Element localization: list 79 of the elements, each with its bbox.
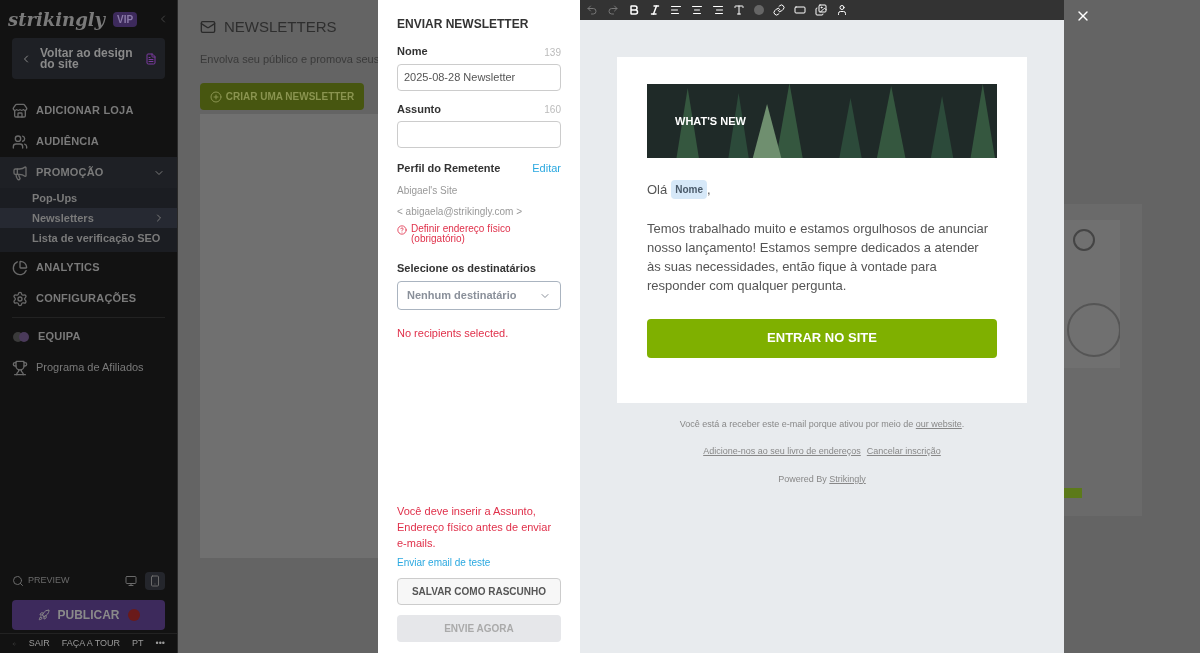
greeting-punctuation: , [707, 181, 711, 199]
nav-item[interactable]: AUDIÊNCIA [36, 133, 165, 150]
recipients-select[interactable]: Nenhum destinatário [397, 281, 561, 310]
pie-chart-icon [12, 259, 28, 276]
test-email-link[interactable]: Enviar email de teste [397, 555, 561, 570]
recipients-label: Selecione os destinatários [397, 260, 537, 276]
nav-item[interactable]: EQUIPA [38, 328, 165, 345]
text-field[interactable] [397, 121, 561, 148]
undo-icon[interactable] [586, 4, 598, 16]
character-counter: 139 [544, 45, 561, 60]
character-counter: 160 [544, 103, 561, 117]
nav-item[interactable]: Programa de Afiliados [36, 359, 165, 376]
enter-site-button[interactable]: ENTRAR NO SITE [647, 318, 997, 358]
rocket-icon [37, 609, 50, 621]
redo-icon[interactable] [607, 4, 619, 16]
monitor-icon [125, 575, 137, 587]
phone-icon [149, 575, 161, 587]
document-icon [145, 52, 157, 65]
footer-link[interactable]: Cancelar inscrição [866, 445, 941, 459]
plus-icon [209, 90, 222, 103]
button-icon[interactable] [794, 4, 806, 16]
link-icon[interactable] [773, 4, 785, 16]
edit-link[interactable]: Editar [532, 160, 561, 177]
create-newsletter-button[interactable]: CRIAR UMA NEWSLETTER [200, 83, 364, 110]
sub-nav-item[interactable]: Newsletters [0, 208, 177, 228]
text-color-icon[interactable] [733, 4, 745, 16]
align-left-icon[interactable] [670, 4, 682, 16]
help-icon [397, 224, 407, 235]
footer-link[interactable]: FAÇA A TOUR [61, 636, 121, 651]
megaphone-icon [12, 164, 28, 181]
email-body: Temos trabalhado muito e estamos orgulhosos de anunciar nosso lançamento! Estamos sempre dedicados a atender às suas necessidades, então fique à vontade para responder com qualquer pergunta. [647, 219, 990, 295]
people-icon [12, 133, 28, 150]
bold-icon[interactable] [628, 4, 640, 16]
strikingly-link[interactable]: Strikingly [829, 473, 866, 484]
back-button[interactable]: Voltar ao design do site [12, 38, 165, 79]
website-link[interactable]: our website [915, 418, 962, 429]
person-icon[interactable] [836, 4, 848, 16]
field-label: Assunto [397, 101, 441, 117]
nav-item[interactable]: CONFIGURAÇÕES [36, 290, 165, 307]
alert-icon [127, 609, 140, 621]
greeting-text: Olá [647, 181, 668, 199]
team-icon [12, 330, 30, 343]
text-field[interactable]: 2025-08-28 Newsletter [397, 63, 561, 91]
banner-title: WHAT'S NEW [675, 113, 746, 129]
mail-icon [200, 19, 216, 36]
merge-tag: Nome [671, 180, 708, 200]
sender-name: Abigael's Site [397, 183, 459, 198]
search-icon [12, 575, 24, 587]
sender-label: Perfil do Remetente [397, 161, 501, 176]
footer-link[interactable]: SAIR [28, 636, 50, 651]
footer-link[interactable]: ••• [155, 636, 165, 651]
nav-item[interactable]: ADICIONAR LOJA [36, 102, 165, 119]
settings-icon [12, 290, 28, 307]
sender-email: < abigaela@strikingly.com > [397, 204, 524, 219]
address-warning[interactable]: Definir endereço físico (obrigatório) [411, 223, 561, 244]
sub-nav-item[interactable]: Pop-Ups [0, 188, 177, 208]
publish-button[interactable]: PUBLICAR [12, 600, 165, 630]
logo: strikingly [8, 7, 106, 32]
field-label: Nome [397, 44, 428, 59]
recipients-error: No recipients selected. [397, 326, 510, 341]
preview-label: PREVIEW [28, 574, 71, 588]
nav-item[interactable]: ANALYTICS [36, 259, 165, 276]
vip-badge: VIP [113, 11, 138, 27]
align-center-icon[interactable] [691, 4, 703, 16]
footer-link[interactable]: PT [132, 636, 144, 651]
align-right-icon[interactable] [712, 4, 724, 16]
powered-by: Powered By Strikingly [778, 472, 866, 486]
italic-icon[interactable] [649, 4, 661, 16]
card-bar [1064, 488, 1082, 498]
save-draft-button[interactable]: SALVAR COMO RASCUNHO [397, 578, 561, 605]
form-title: ENVIAR NEWSLETTER [397, 16, 530, 33]
validation-message: Você deve inserir a Assunto, Endereço físico antes de enviar e-mails. [397, 504, 553, 551]
store-icon [12, 102, 28, 119]
trophy-icon [12, 359, 28, 376]
image-icon[interactable] [815, 4, 827, 16]
mobile-view-button[interactable] [145, 572, 165, 590]
sub-nav-item[interactable]: Lista de verificação SEO [0, 228, 177, 248]
footer-link[interactable]: Adicione-nos ao seu livro de endereços [703, 445, 861, 459]
footer-notice: Você está a receber este e-mail porque ativou por meio de our website. [679, 417, 965, 431]
